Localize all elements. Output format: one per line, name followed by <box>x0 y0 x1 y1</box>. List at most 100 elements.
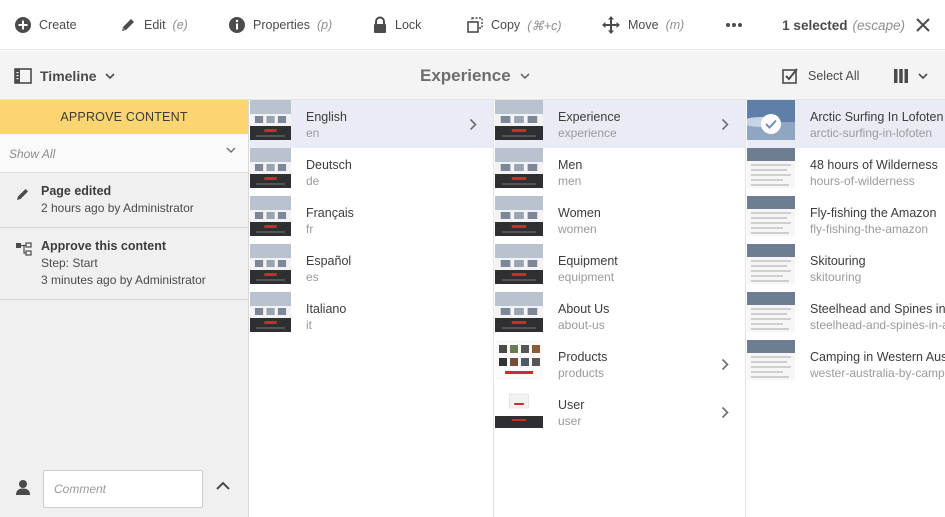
event-step: Step: Start <box>41 256 98 270</box>
page-title-label: Experience <box>420 65 511 85</box>
lock-label: Lock <box>395 18 422 32</box>
row-title: Products <box>558 350 608 364</box>
rail-icon <box>14 67 32 84</box>
page-thumbnail <box>747 340 795 380</box>
row-name: de <box>306 174 320 188</box>
row-name: steelhead-and-spines-in-alaska <box>810 318 945 332</box>
approve-content-button[interactable]: APPROVE CONTENT <box>0 100 248 134</box>
column-row[interactable]: English en <box>250 100 493 148</box>
column-row[interactable]: Steelhead and Spines in Alaska steelhead-… <box>747 292 945 340</box>
column-row[interactable]: Men men <box>495 148 745 196</box>
pencil-icon <box>122 19 134 31</box>
row-name: user <box>558 414 582 428</box>
timeline-event[interactable]: Page edited 2 hours ago by Administrator <box>0 173 248 228</box>
column-row[interactable]: Camping in Western Australia wester-austr… <box>747 340 945 388</box>
chevron-down-icon <box>918 72 928 79</box>
rail-toggle-button[interactable]: Timeline <box>14 51 115 100</box>
lock-icon <box>374 16 386 33</box>
edit-button[interactable]: Edit (e) <box>119 0 188 50</box>
column-articles: Arctic Surfing In Lofoten arctic-surfing-… <box>747 100 945 517</box>
page-thumbnail <box>495 148 543 188</box>
page-thumbnail <box>250 196 291 236</box>
close-selection-button[interactable] <box>915 17 931 33</box>
column-row[interactable]: Skitouring skitouring <box>747 244 945 292</box>
row-name: equipment <box>558 270 615 284</box>
info-icon <box>229 17 245 33</box>
row-name: women <box>558 222 597 236</box>
row-title: 48 hours of Wilderness <box>810 158 938 172</box>
row-name: experience <box>558 126 617 140</box>
escape-hint: (escape) <box>852 17 905 33</box>
copy-button[interactable]: Copy (⌘+c) <box>466 0 562 50</box>
column-row[interactable]: Français fr <box>250 196 493 244</box>
column-languages: English en Deutsch de Français fr Español es <box>250 100 494 517</box>
column-view-icon <box>894 68 908 83</box>
page-thumbnail <box>495 340 543 380</box>
properties-label: Properties <box>253 18 310 32</box>
page-title[interactable]: Experience <box>420 51 530 100</box>
row-title: Experience <box>558 110 621 124</box>
column-row[interactable]: About Us about-us <box>495 292 745 340</box>
row-title: Steelhead and Spines in Alaska <box>810 302 945 316</box>
chevron-down-icon <box>226 147 236 153</box>
timeline-rail: APPROVE CONTENT Show All Page edited 2 h… <box>0 100 249 517</box>
chevron-down-icon <box>520 72 530 79</box>
row-name: arctic-surfing-in-lofoten <box>810 126 933 140</box>
row-title: English <box>306 110 347 124</box>
lock-button[interactable]: Lock <box>372 0 421 50</box>
select-all-button[interactable]: Select All <box>782 51 859 100</box>
create-label: Create <box>39 18 77 32</box>
view-switcher[interactable] <box>893 51 928 100</box>
row-name: hours-of-wilderness <box>810 174 915 188</box>
comment-input[interactable] <box>43 470 203 508</box>
column-row[interactable]: Products products <box>495 340 745 388</box>
ellipsis-icon <box>726 23 742 27</box>
row-name: wester-australia-by-camper <box>810 366 945 380</box>
row-title: Italiano <box>306 302 347 316</box>
page-thumbnail <box>495 196 543 236</box>
row-name: fr <box>306 222 314 236</box>
column-row[interactable]: Fly-fishing the Amazon fly-fishing-the-am… <box>747 196 945 244</box>
chevron-down-icon <box>104 72 115 79</box>
column-row[interactable]: Experience experience <box>495 100 745 148</box>
column-row[interactable]: Women women <box>495 196 745 244</box>
close-icon <box>916 18 930 32</box>
column-row[interactable]: Deutsch de <box>250 148 493 196</box>
row-name: about-us <box>558 318 605 332</box>
timeline-filter[interactable]: Show All <box>0 134 248 173</box>
properties-button[interactable]: Properties (p) <box>228 0 332 50</box>
row-name: en <box>306 126 320 140</box>
row-title: Arctic Surfing In Lofoten <box>810 110 944 124</box>
comment-area <box>0 462 248 517</box>
page-thumbnail <box>747 196 795 236</box>
move-button[interactable]: Move (m) <box>601 0 684 50</box>
page-thumbnail <box>747 148 795 188</box>
more-actions-button[interactable] <box>725 0 743 50</box>
column-row[interactable]: Español es <box>250 244 493 292</box>
edit-shortcut: (e) <box>172 18 188 32</box>
row-title: Women <box>558 206 601 220</box>
selection-count-label: 1 selected <box>782 17 848 33</box>
row-title: User <box>558 398 585 412</box>
properties-shortcut: (p) <box>316 18 333 32</box>
row-title: Deutsch <box>306 158 352 172</box>
plus-circle-icon <box>15 17 31 33</box>
page-thumbnail <box>495 100 543 140</box>
chevron-right-icon <box>469 118 477 131</box>
row-title: Français <box>306 206 354 220</box>
copy-icon <box>467 17 483 33</box>
edit-label: Edit <box>144 18 166 32</box>
selected-check-icon[interactable] <box>761 114 781 134</box>
column-row[interactable]: Equipment equipment <box>495 244 745 292</box>
page-thumbnail <box>495 244 543 284</box>
column-row[interactable]: User user <box>495 388 745 436</box>
timeline-event[interactable]: Approve this content Step: Start 3 minut… <box>0 228 248 300</box>
chevron-up-icon[interactable] <box>216 481 230 490</box>
column-row[interactable]: 48 hours of Wilderness hours-of-wildernes… <box>747 148 945 196</box>
column-row[interactable]: Arctic Surfing In Lofoten arctic-surfing-… <box>747 100 945 148</box>
copy-shortcut: (⌘+c) <box>527 18 562 33</box>
create-button[interactable]: Create <box>14 0 77 50</box>
move-shortcut: (m) <box>665 18 685 32</box>
filter-value: Show All <box>9 147 56 161</box>
column-row[interactable]: Italiano it <box>250 292 493 340</box>
